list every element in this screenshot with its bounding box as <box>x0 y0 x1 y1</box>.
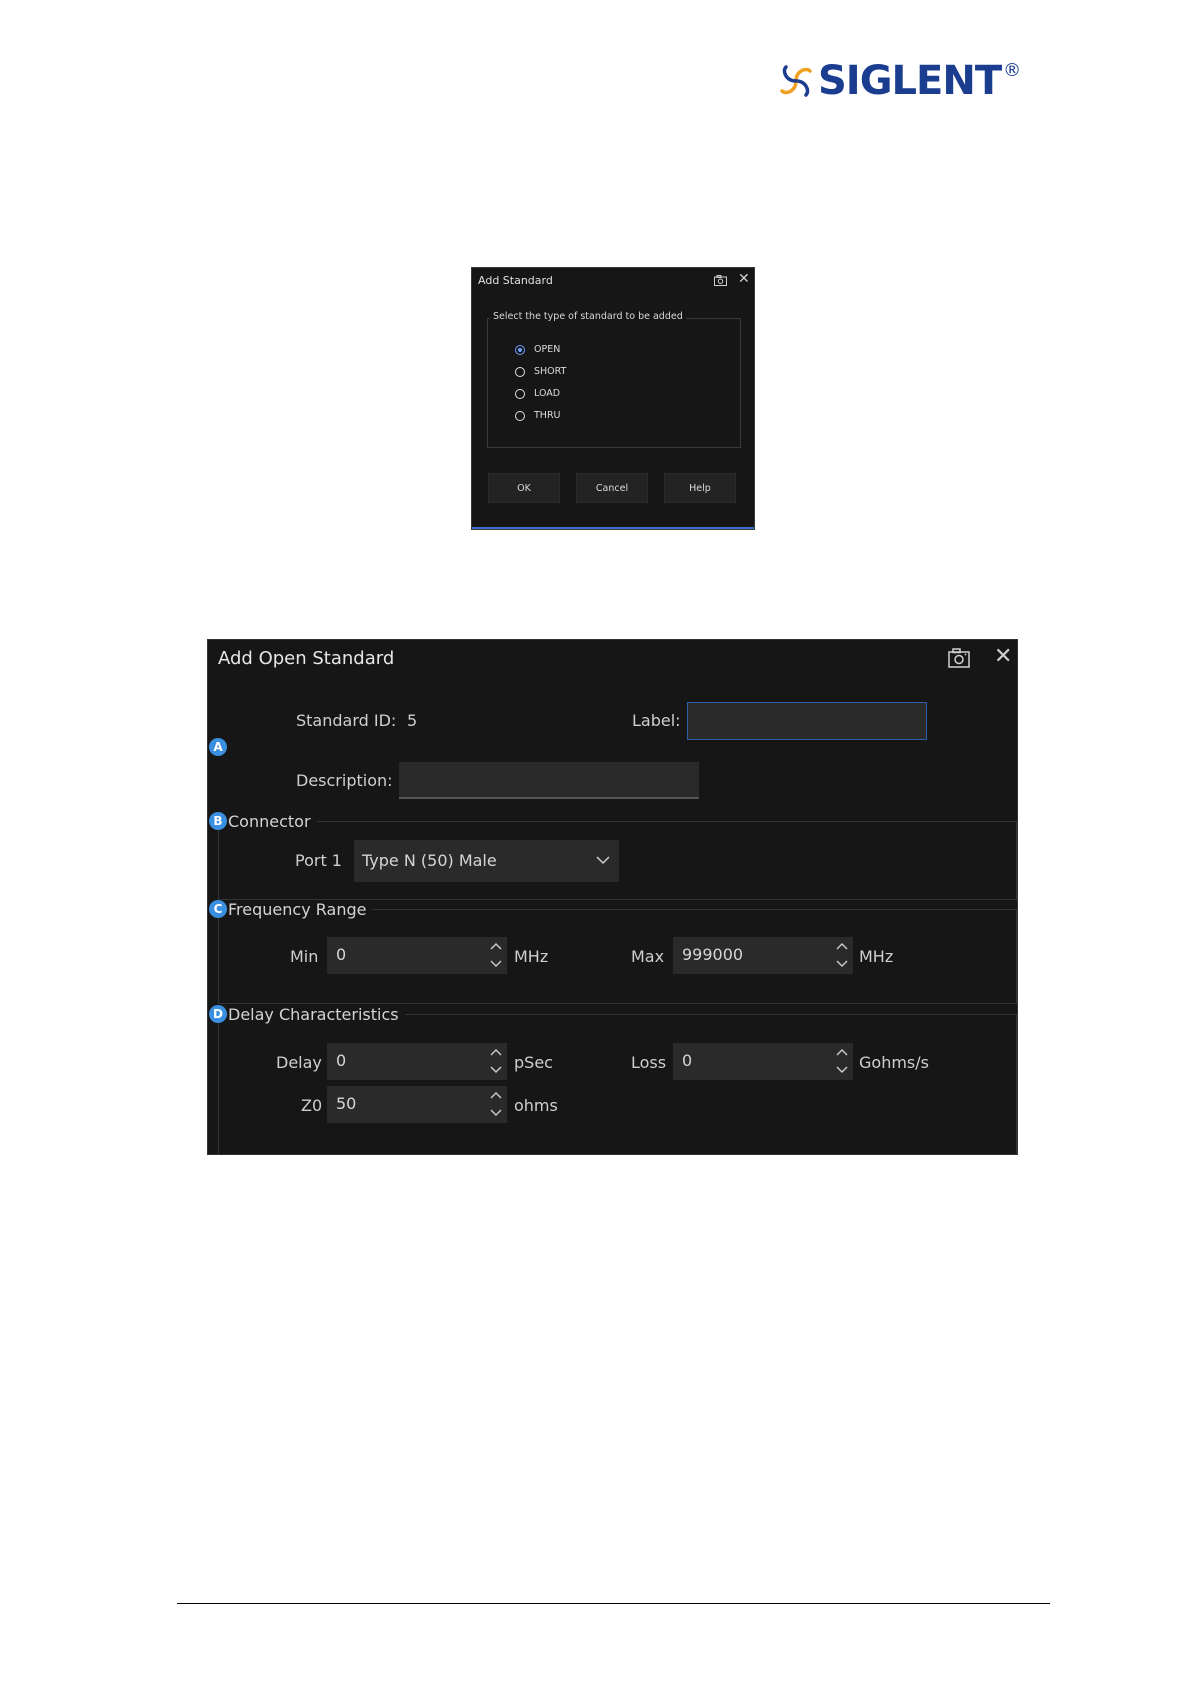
frequency-range-legend: Frequency Range <box>228 900 373 919</box>
chevron-down-icon[interactable] <box>489 959 503 969</box>
chevron-down-icon[interactable] <box>596 856 610 865</box>
delay-spinbox[interactable]: 0 <box>327 1043 507 1080</box>
cancel-button[interactable]: Cancel <box>576 473 648 503</box>
radio-icon[interactable] <box>515 410 525 421</box>
radio-icon[interactable] <box>515 366 525 377</box>
radio-icon[interactable] <box>515 388 525 399</box>
callout-badge-a: A <box>209 738 227 756</box>
min-value: 0 <box>336 945 347 964</box>
port-1-label: Port 1 <box>295 851 342 870</box>
standard-id-value: 5 <box>407 711 418 730</box>
radio-selected-icon[interactable] <box>515 344 525 355</box>
z0-unit: ohms <box>514 1096 558 1115</box>
dialog-title: Add Standard <box>478 274 553 287</box>
dialog-title: Add Open Standard <box>218 648 395 669</box>
max-spinbox[interactable]: 999000 <box>673 937 853 974</box>
connector-legend: Connector <box>228 812 317 831</box>
max-unit: MHz <box>859 947 894 966</box>
radio-label: SHORT <box>534 366 567 377</box>
chevron-up-icon[interactable] <box>489 1090 503 1100</box>
radio-load[interactable]: LOAD <box>515 388 560 399</box>
radio-label: THRU <box>534 410 561 421</box>
callout-badge-c: C <box>209 900 227 918</box>
standard-id-label: Standard ID: <box>296 711 397 730</box>
port-1-select[interactable]: Type N (50) Male <box>354 840 619 882</box>
loss-unit: Gohms/s <box>859 1053 929 1072</box>
radio-open[interactable]: OPEN <box>515 344 560 355</box>
loss-spinbox[interactable]: 0 <box>673 1043 853 1080</box>
z0-label: Z0 <box>301 1096 323 1115</box>
loss-value: 0 <box>682 1051 693 1070</box>
siglent-logo: SIGLENT ® <box>776 58 1021 104</box>
z0-value: 50 <box>336 1094 357 1113</box>
chevron-up-icon[interactable] <box>835 1047 849 1057</box>
add-standard-dialog: Add Standard ✕ Select the type of standa… <box>471 267 755 530</box>
max-label: Max <box>631 947 665 966</box>
add-open-standard-dialog: Add Open Standard ✕ A Standard ID: 5 Lab… <box>207 639 1018 1155</box>
callout-badge-b: B <box>209 812 227 830</box>
min-spinbox[interactable]: 0 <box>327 937 507 974</box>
chevron-up-icon[interactable] <box>489 941 503 951</box>
chevron-down-icon[interactable] <box>489 1108 503 1118</box>
radio-label: LOAD <box>534 388 561 399</box>
ok-button[interactable]: OK <box>488 473 560 503</box>
chevron-down-icon[interactable] <box>835 959 849 969</box>
close-icon[interactable]: ✕ <box>738 271 750 287</box>
min-label: Min <box>290 947 319 966</box>
delay-label: Delay <box>276 1053 322 1072</box>
logo-text: SIGLENT <box>818 58 1002 104</box>
camera-icon[interactable] <box>714 275 727 286</box>
camera-icon[interactable] <box>948 648 970 668</box>
group-label: Select the type of standard to be added <box>490 311 686 322</box>
standard-type-group <box>487 318 741 448</box>
radio-label: OPEN <box>534 344 561 355</box>
radio-short[interactable]: SHORT <box>515 366 566 377</box>
radio-thru[interactable]: THRU <box>515 410 561 421</box>
dialog-accent-bar <box>472 527 754 529</box>
description-label: Description: <box>296 771 393 790</box>
label-field-label: Label: <box>632 711 681 730</box>
loss-label: Loss <box>631 1053 667 1072</box>
chevron-down-icon[interactable] <box>489 1065 503 1075</box>
z0-spinbox[interactable]: 50 <box>327 1086 507 1123</box>
help-button[interactable]: Help <box>664 473 736 503</box>
label-input[interactable] <box>687 702 927 740</box>
logo-registered: ® <box>1003 60 1022 81</box>
close-icon[interactable]: ✕ <box>994 645 1012 669</box>
delay-characteristics-legend: Delay Characteristics <box>228 1005 405 1024</box>
delay-characteristics-group <box>218 1014 1017 1154</box>
chevron-up-icon[interactable] <box>489 1047 503 1057</box>
chevron-up-icon[interactable] <box>835 941 849 951</box>
siglent-swirl-icon <box>780 65 812 97</box>
chevron-down-icon[interactable] <box>835 1065 849 1075</box>
port-1-select-value: Type N (50) Male <box>362 851 497 870</box>
callout-badge-d: D <box>209 1005 227 1023</box>
delay-unit: pSec <box>514 1053 553 1072</box>
delay-value: 0 <box>336 1051 347 1070</box>
min-unit: MHz <box>514 947 549 966</box>
description-input[interactable] <box>399 762 699 799</box>
footer-divider <box>177 1603 1050 1604</box>
max-value: 999000 <box>682 945 744 964</box>
